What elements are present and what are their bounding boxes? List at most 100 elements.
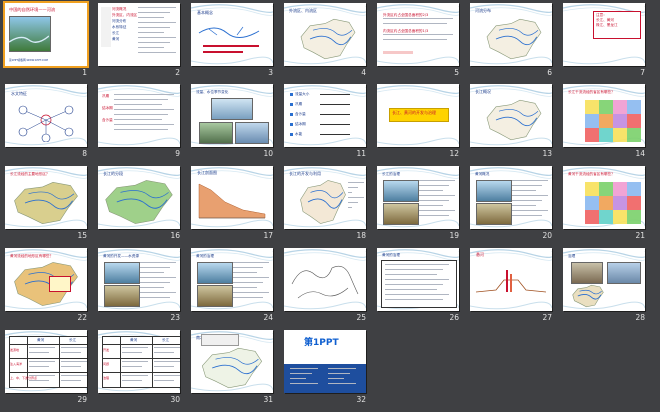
- slide-thumbnail[interactable]: 黄河 长江 开发 问题 治理: [98, 330, 180, 393]
- slide-thumbnail-cell[interactable]: 南水北调 31: [191, 330, 285, 412]
- slide-thumbnail-cell[interactable]: 黄河干流流经的省区有哪些？ 21: [563, 166, 657, 248]
- text-line-placeholder: [419, 215, 449, 217]
- slide-thumbnail-cell[interactable]: 长江概况 13: [470, 84, 564, 166]
- map-graphic: [486, 18, 542, 60]
- slide-thumbnail[interactable]: 水文特征: [5, 84, 87, 147]
- slide-thumbnail[interactable]: 长江概况: [470, 84, 552, 147]
- map-graphic: [300, 18, 356, 60]
- slide-thumbnail-cell[interactable]: 汛期 结冰期 含沙量 9: [98, 84, 192, 166]
- slide-thumbnail-cell[interactable]: 长江干流流经的省区有哪些？ 14: [563, 84, 657, 166]
- slide-thumbnail[interactable]: 流量大小 汛期 含沙量 结冰期 水能: [284, 84, 366, 147]
- slide-title: 外流区、内流区: [289, 8, 317, 13]
- slide-thumbnail[interactable]: 黄河概况: [470, 166, 552, 229]
- slide-thumbnail-cell[interactable]: 长江的开发与利用 18: [284, 166, 378, 248]
- slide-thumbnail[interactable]: 南水北调: [191, 330, 273, 393]
- slide-thumbnail[interactable]: 悬河: [470, 248, 552, 311]
- slide-thumbnail[interactable]: 黄河的开发——水资源: [98, 248, 180, 311]
- slide-thumbnail-cell[interactable]: 长江的分段 16: [98, 166, 192, 248]
- brand-logo: 第1PPT: [304, 338, 339, 348]
- text-line: 外流区约占全国总面积的2/3: [383, 13, 429, 17]
- text-line-placeholder: [383, 34, 453, 36]
- slide-thumbnail[interactable]: 河流概况 外流区、内流区 河流分布 水系特征 长江 黄河: [98, 3, 180, 66]
- slide-thumbnail-cell[interactable]: 长江、黄河的开发与治理 12: [377, 84, 471, 166]
- slide-thumbnail[interactable]: 注意： 长江、黄河 珠江、黑龙江: [563, 3, 645, 66]
- text-line-placeholder: [233, 297, 263, 299]
- slide-thumbnail-cell[interactable]: 25: [284, 248, 378, 330]
- text-line-placeholder: [29, 347, 55, 349]
- slide-number: 29: [77, 395, 87, 404]
- slide-thumbnail-cell[interactable]: 黄河的治理 24: [191, 248, 285, 330]
- slide-thumbnail-cell[interactable]: 黄河的开发——水资源 23: [98, 248, 192, 330]
- slide-thumbnail[interactable]: 外流区、内流区: [284, 3, 366, 66]
- slide-thumbnail[interactable]: 黄河 长江 发源地 注入海洋 上、中、下游分界点: [5, 330, 87, 393]
- slide-number: 21: [635, 231, 645, 240]
- slide-thumbnail[interactable]: 第1PPT: [284, 330, 366, 393]
- slide-thumbnail-cell[interactable]: 河流分布 6: [470, 3, 564, 85]
- slide-thumbnail[interactable]: [284, 248, 366, 311]
- slide-thumbnail-cell[interactable]: 河流概况 外流区、内流区 河流分布 水系特征 长江 黄河 2: [98, 3, 192, 85]
- slide-thumbnail[interactable]: 流量、水位季节变化: [191, 84, 273, 147]
- province-map: [585, 182, 641, 224]
- text-line: 结冰期: [102, 106, 113, 110]
- slide-thumbnail-cell[interactable]: 水文特征 8: [5, 84, 99, 166]
- slide-thumbnail-cell[interactable]: 流量、水位季节变化 10: [191, 84, 285, 166]
- list-item: 含沙量: [295, 112, 306, 116]
- text-line-placeholder: [233, 272, 257, 274]
- slide-thumbnail[interactable]: 黄河的治理: [191, 248, 273, 311]
- slide-number: 14: [635, 149, 645, 158]
- slide-thumbnail[interactable]: 汛期 结冰期 含沙量: [98, 84, 180, 147]
- text-line-placeholder: [290, 373, 312, 375]
- slide-thumbnail[interactable]: 治理: [563, 248, 645, 311]
- slide-thumbnail[interactable]: 基本概念: [191, 3, 273, 66]
- text-line-placeholder: [385, 284, 443, 286]
- slide-thumbnail-cell[interactable]: 外流区、内流区 4: [284, 3, 378, 85]
- slide-thumbnail[interactable]: 黄河的治理: [377, 248, 459, 311]
- slide-thumbnail-cell[interactable]: 长江流经的主要地形区？ 15: [5, 166, 99, 248]
- text-line-placeholder: [419, 180, 455, 182]
- text-line-placeholder: [512, 215, 542, 217]
- text-line-placeholder: [122, 361, 148, 363]
- slide-thumbnail[interactable]: 长江的分段: [98, 166, 180, 229]
- slide-thumbnail-cell[interactable]: 黄河 长江 发源地 注入海洋 上、中、下游分界点 29: [5, 330, 99, 412]
- slide-thumbnail-cell[interactable]: 基本概念 3: [191, 3, 285, 85]
- slide-thumbnail[interactable]: 长江的开发与利用: [284, 166, 366, 229]
- text-line-placeholder: [233, 287, 257, 289]
- slide-thumbnail[interactable]: 外流区约占全国总面积的2/3 内流区约占全国总面积的1/3: [377, 3, 459, 66]
- text-line-placeholder: [138, 37, 176, 39]
- slide-thumbnail-cell[interactable]: 黄河流经的地形区有哪些？ 22: [5, 248, 99, 330]
- slide-thumbnail-cell[interactable]: 外流区约占全国总面积的2/3 内流区约占全国总面积的1/3 5: [377, 3, 471, 85]
- slide-thumbnail[interactable]: 长江干流流经的省区有哪些？: [563, 84, 645, 147]
- slide-number: 7: [640, 68, 645, 77]
- text-line-placeholder: [61, 352, 81, 354]
- slide-thumbnail[interactable]: 长江剖面图: [191, 166, 273, 229]
- province-map: [585, 100, 641, 142]
- slide-number: 18: [356, 231, 366, 240]
- slide-thumbnail[interactable]: 黄河流经的地形区有哪些？: [5, 248, 87, 311]
- slide-thumbnail[interactable]: 长江的治理: [377, 166, 459, 229]
- slide-thumbnail[interactable]: 河流分布: [470, 3, 552, 66]
- slide-thumbnail-cell[interactable]: 中国的自然环境——河流 第1PPT模板网-WWW.1PPT.COM 1: [3, 1, 99, 85]
- slide-thumbnail-cell[interactable]: 悬河 27: [470, 248, 564, 330]
- slide-thumbnail[interactable]: 黄河干流流经的省区有哪些？: [563, 166, 645, 229]
- slide-thumbnail[interactable]: 中国的自然环境——河流 第1PPT模板网-WWW.1PPT.COM: [3, 1, 89, 68]
- text-line-placeholder: [154, 375, 180, 377]
- slide-thumbnail-cell[interactable]: 黄河 长江 开发 问题 治理 30: [98, 330, 192, 412]
- slide-title: 治理: [568, 254, 576, 258]
- slide-thumbnail-cell[interactable]: 流量大小 汛期 含沙量 结冰期 水能 11: [284, 84, 378, 166]
- text-line-placeholder: [114, 124, 174, 126]
- photo-image: [197, 285, 233, 307]
- slide-thumbnail[interactable]: 长江流经的主要地形区？: [5, 166, 87, 229]
- slide-number: 32: [356, 395, 366, 404]
- slide-thumbnail-cell[interactable]: 黄河概况 20: [470, 166, 564, 248]
- slide-thumbnail-cell[interactable]: 长江的治理 19: [377, 166, 471, 248]
- slide-thumbnail[interactable]: 长江、黄河的开发与治理: [377, 84, 459, 147]
- slide-thumbnail-cell[interactable]: 第1PPT 32: [284, 330, 378, 412]
- text-line-placeholder: [328, 383, 356, 385]
- slide-thumbnail-cell[interactable]: 注意： 长江、黄河 珠江、黑龙江 7: [563, 3, 657, 85]
- slide-thumbnail-cell[interactable]: 黄河的治理 26: [377, 248, 471, 330]
- slide-title: 黄河的治理: [382, 253, 400, 257]
- slide-thumbnail-cell[interactable]: 治理 28: [563, 248, 657, 330]
- text-line-placeholder: [61, 361, 87, 363]
- slide-thumbnail-cell[interactable]: 长江剖面图 17: [191, 166, 285, 248]
- text-line-placeholder: [140, 287, 164, 289]
